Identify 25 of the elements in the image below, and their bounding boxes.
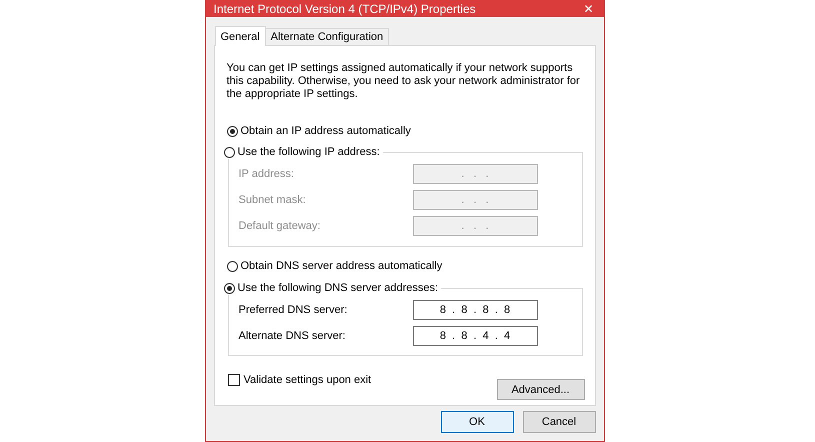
radio-button[interactable] (224, 282, 234, 294)
window-title: Internet Protocol Version 4 (TCP/IPv4) Properties (214, 2, 477, 16)
ok-button[interactable]: OK (440, 411, 514, 433)
field-label: Alternate DNS server: (238, 330, 346, 342)
radio-label: Obtain an IP address automatically (240, 125, 411, 137)
ip-address-field[interactable]: 8 . 8 . 4 . 4 (412, 326, 538, 346)
radio-label: Use the following DNS server addresses: (238, 282, 438, 294)
radio-button[interactable] (226, 260, 238, 272)
radio-label: Obtain DNS server address automatically (240, 260, 442, 272)
ip-address-field[interactable]: 8 . 8 . 8 . 8 (412, 300, 538, 320)
tab[interactable]: Alternate Configuration (264, 28, 390, 45)
radio-label: Use the following IP address: (238, 146, 380, 158)
field-label: Subnet mask: (238, 194, 306, 206)
radio-button[interactable] (224, 146, 234, 158)
close-button[interactable]: ✕ (574, 2, 604, 16)
checkbox[interactable] (228, 374, 240, 386)
intro-text: You can get IP settings assigned automatically if your network supports this capability. Otherwise, you need to ask your network administrator for the appropriate IP settings. (226, 62, 581, 101)
checkbox-label: Validate settings upon exit (244, 374, 372, 386)
cancel-button[interactable]: Cancel (522, 411, 596, 433)
advanced-button[interactable]: Advanced... (496, 379, 584, 400)
field-label: IP address: (238, 168, 294, 180)
tab[interactable]: General (214, 26, 266, 46)
radio-button[interactable] (226, 126, 238, 136)
field-label: Preferred DNS server: (238, 304, 348, 316)
field-label: Default gateway: (238, 220, 320, 232)
